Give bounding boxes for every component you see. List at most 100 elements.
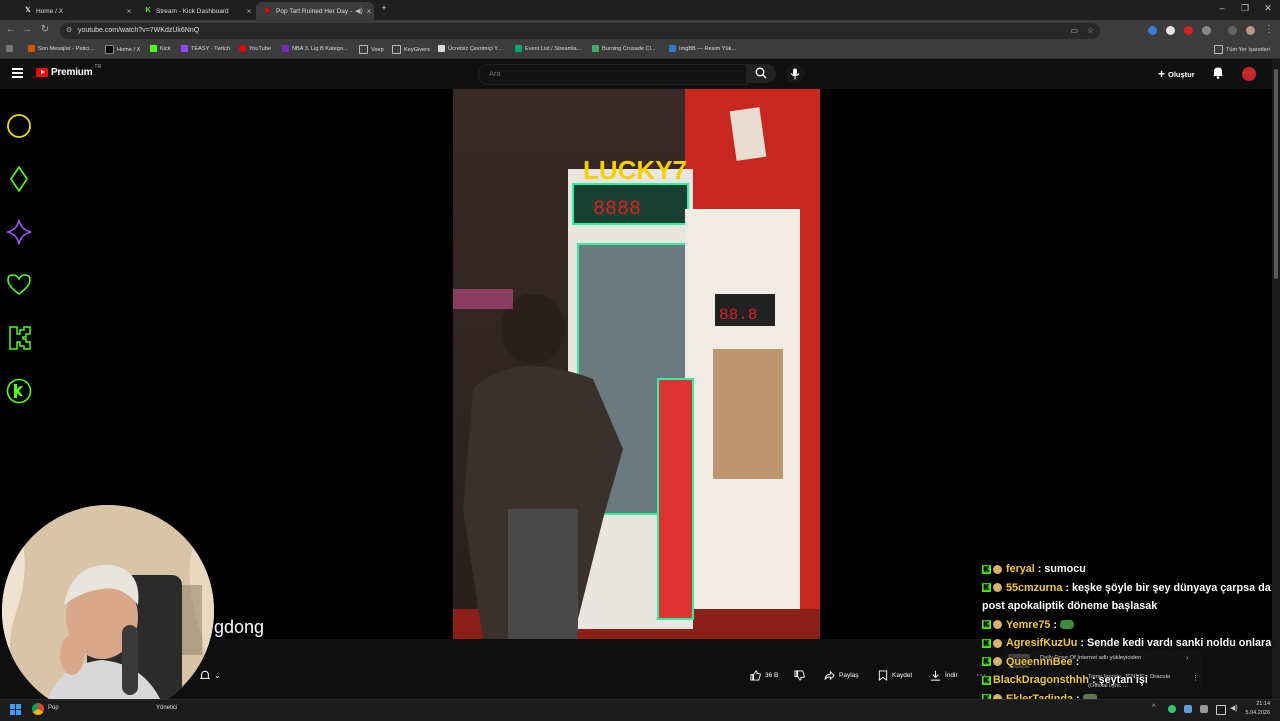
address-bar[interactable]: ⚙ youtube.com/watch?v=7WKdzUk6NnQ ▭ ☆ bbox=[60, 23, 1100, 39]
circle-shape-icon bbox=[7, 114, 31, 138]
search-button[interactable] bbox=[746, 64, 776, 83]
kick-logo-icon: K bbox=[145, 7, 151, 14]
bookmark-item[interactable]: TEASY - Twitch bbox=[181, 45, 230, 52]
tab-youtube-video[interactable]: ▶ Pop Tart Ruined Her Day - Y ◀) × bbox=[256, 2, 374, 20]
kick-badge-icon: K bbox=[982, 638, 991, 648]
scrollbar-thumb[interactable] bbox=[1274, 69, 1278, 279]
create-button[interactable]: + Oluştur bbox=[1158, 66, 1195, 82]
taskbar-app-label[interactable]: Pop bbox=[48, 705, 59, 711]
chat-message: K QueennnBee : bbox=[982, 655, 1080, 668]
download-icon bbox=[930, 670, 941, 681]
emote-badge-icon bbox=[993, 564, 1002, 574]
emote-badge-icon bbox=[993, 583, 1002, 593]
like-button[interactable]: 36 B bbox=[750, 667, 778, 683]
save-playlist-icon bbox=[878, 669, 888, 681]
video-frame[interactable]: 8888 88.8 LUCKY7 bbox=[453, 89, 820, 639]
profile-avatar-icon[interactable] bbox=[1246, 26, 1255, 35]
extensions-puzzle-icon[interactable] bbox=[1202, 26, 1211, 35]
microphone-icon bbox=[790, 68, 800, 79]
media-control-icon[interactable] bbox=[1228, 26, 1237, 35]
cast-icon[interactable]: ▭ bbox=[1070, 23, 1078, 39]
tab-title: Home / X bbox=[36, 7, 64, 15]
speaker-icon[interactable]: ◀) bbox=[354, 7, 364, 15]
restore-icon[interactable]: ❐ bbox=[1235, 3, 1255, 14]
bookmark-star-icon[interactable]: ☆ bbox=[1087, 23, 1094, 39]
chat-message: K Yemre75 : bbox=[982, 616, 1274, 635]
bookmark-item[interactable]: Event List / Streamla... bbox=[515, 45, 581, 52]
x-logo-icon: 𝕏 bbox=[25, 7, 31, 14]
close-icon[interactable]: × bbox=[124, 7, 134, 16]
taskbar-app-label[interactable]: Yönetici bbox=[156, 705, 177, 711]
bookmark-item[interactable]: Kick bbox=[150, 45, 171, 52]
notifications-button[interactable] bbox=[1212, 66, 1224, 84]
extension-icon[interactable] bbox=[1166, 26, 1175, 35]
tray-icon[interactable] bbox=[1168, 705, 1176, 713]
minimize-icon[interactable]: – bbox=[1212, 3, 1232, 13]
youtube-masthead: Premium TR + Oluştur bbox=[0, 59, 1272, 89]
tray-icon[interactable] bbox=[1200, 705, 1208, 713]
diamond-shape-icon bbox=[10, 166, 28, 192]
tab-title: Stream - Kick Dashboard bbox=[156, 7, 229, 15]
voice-search-button[interactable] bbox=[785, 64, 805, 83]
browser-menu-icon[interactable]: ⋮ bbox=[1262, 24, 1276, 35]
browser-toolbar: ← → ↻ ⚙ youtube.com/watch?v=7WKdzUk6NnQ … bbox=[0, 20, 1280, 42]
chrome-icon[interactable] bbox=[32, 703, 44, 715]
youtube-premium-logo[interactable]: Premium TR bbox=[36, 64, 101, 78]
chat-message: Kferyal : sumocu bbox=[982, 563, 1086, 575]
new-tab-button[interactable]: + bbox=[374, 3, 394, 13]
site-info-icon[interactable]: ⚙ bbox=[66, 23, 72, 39]
window-close-icon[interactable]: ✕ bbox=[1258, 3, 1278, 14]
tray-icon[interactable] bbox=[1184, 705, 1192, 713]
bookmark-item[interactable]: Son Mesajlar - Patici... bbox=[28, 45, 94, 52]
kick-badge-icon: K bbox=[982, 675, 991, 685]
notify-bell-dropdown[interactable]: ⌄ bbox=[200, 667, 221, 683]
bookmark-item[interactable]: Home / X bbox=[105, 45, 140, 54]
close-icon[interactable]: × bbox=[244, 7, 254, 16]
close-icon[interactable]: × bbox=[364, 7, 374, 16]
back-icon[interactable]: ← bbox=[4, 24, 18, 35]
extension-icon[interactable] bbox=[1148, 26, 1157, 35]
bookmark-item[interactable]: Burning Crusade Cl... bbox=[592, 45, 655, 52]
network-icon[interactable] bbox=[1216, 705, 1226, 715]
kick-badge-icon: K bbox=[982, 657, 991, 667]
heart-shape-icon bbox=[7, 274, 31, 295]
account-avatar[interactable] bbox=[1242, 67, 1256, 81]
search-input[interactable] bbox=[487, 68, 731, 79]
tab-kick-dashboard[interactable]: K Stream - Kick Dashboard × bbox=[136, 2, 254, 20]
star-shape-icon bbox=[6, 219, 32, 245]
save-button[interactable]: Kaydet bbox=[878, 667, 912, 683]
windows-start-icon[interactable] bbox=[10, 704, 21, 715]
bookmark-folder[interactable]: Voep bbox=[359, 45, 384, 54]
volume-icon[interactable]: ◀) bbox=[1230, 704, 1238, 712]
kick-badge-icon: K bbox=[982, 620, 991, 630]
reload-icon[interactable]: ↻ bbox=[38, 24, 52, 35]
search-icon bbox=[755, 67, 767, 79]
emote-badge-icon bbox=[993, 620, 1002, 630]
tab-title: Pop Tart Ruined Her Day - Y bbox=[276, 7, 354, 15]
bookmark-item[interactable]: Ücretsiz Çevrimiçi Y... bbox=[438, 45, 502, 52]
chevron-up-icon[interactable]: ^ bbox=[1152, 704, 1155, 711]
youtube-logo-icon: ▶ bbox=[265, 7, 271, 14]
apps-grid-icon[interactable] bbox=[6, 45, 16, 52]
svg-text:88.8: 88.8 bbox=[719, 306, 757, 324]
all-bookmarks-folder[interactable]: Tüm Yer İşaretleri bbox=[1214, 45, 1270, 54]
hamburger-menu-icon[interactable] bbox=[12, 68, 23, 78]
forward-icon[interactable]: → bbox=[20, 24, 34, 35]
bookmark-item[interactable]: ImgBB — Resim Yük... bbox=[669, 45, 736, 52]
extension-icon[interactable] bbox=[1184, 26, 1193, 35]
overlay-caption-text: gdong bbox=[214, 617, 265, 637]
clock-time[interactable]: 21:14 bbox=[1244, 701, 1270, 707]
kick-badge-icon: K bbox=[982, 564, 991, 574]
thumbs-down-icon bbox=[794, 669, 805, 681]
bell-icon bbox=[1213, 67, 1223, 79]
kick-k-icon bbox=[9, 326, 31, 350]
dislike-button[interactable] bbox=[794, 667, 809, 683]
bookmark-item[interactable]: NBA 3. Lig B Katego... bbox=[282, 45, 348, 52]
emote-badge-icon bbox=[993, 638, 1002, 648]
bookmark-item[interactable]: YouTube bbox=[239, 45, 271, 52]
clock-date[interactable]: 5.04.2026 bbox=[1240, 710, 1270, 716]
bookmark-folder[interactable]: KeyGivers bbox=[392, 45, 430, 54]
share-button[interactable]: Paylaş bbox=[824, 667, 859, 683]
download-button[interactable]: İndir bbox=[930, 667, 958, 683]
tab-home-x[interactable]: 𝕏 Home / X × bbox=[16, 2, 134, 20]
